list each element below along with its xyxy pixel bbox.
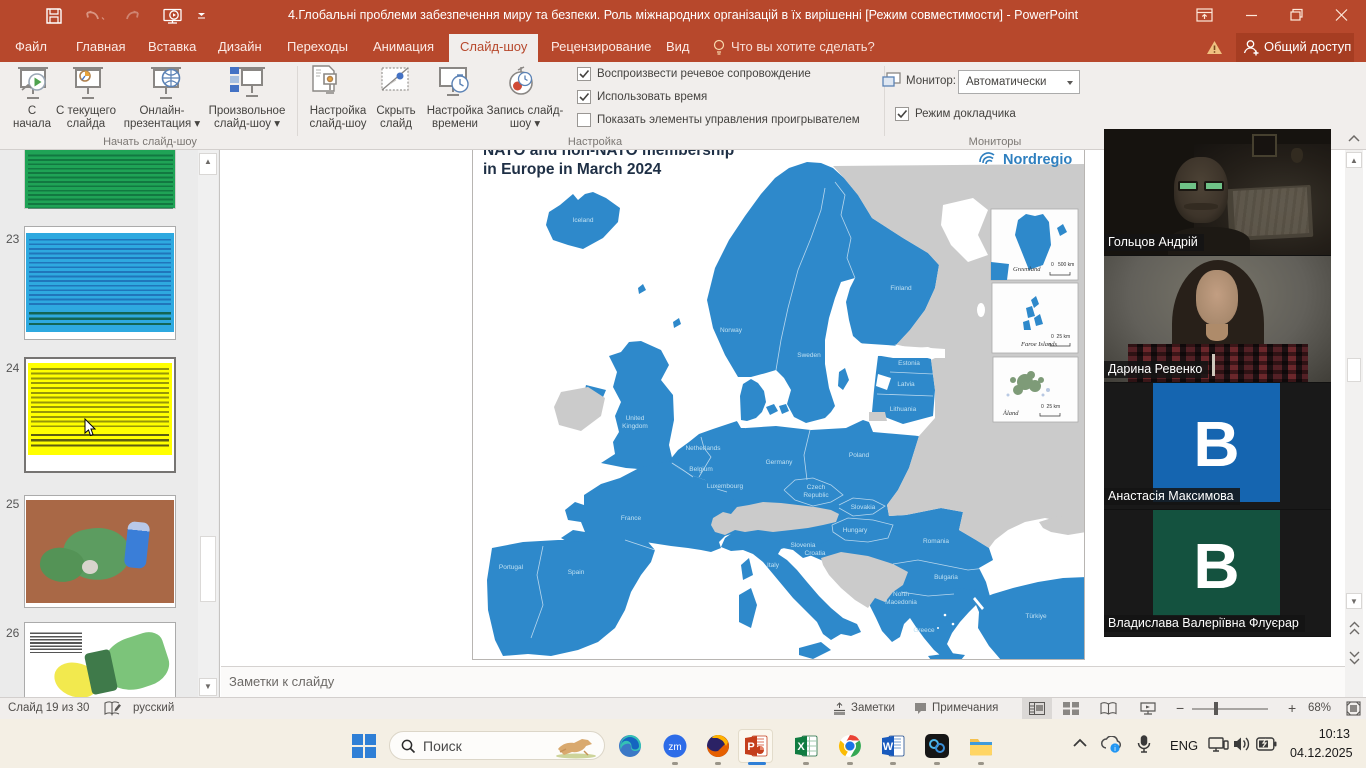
svg-text:Kingdom: Kingdom [622, 423, 648, 430]
svg-text:Spain: Spain [568, 569, 585, 576]
svg-text:Sweden: Sweden [797, 352, 821, 359]
svg-text:Republic: Republic [803, 492, 829, 499]
svg-text:Italy: Italy [767, 562, 780, 569]
svg-text:Nordregio: Nordregio [1003, 152, 1072, 168]
svg-text:Croatia: Croatia [805, 550, 826, 557]
svg-text:Finland: Finland [890, 285, 912, 292]
svg-text:Bulgaria: Bulgaria [934, 574, 958, 581]
svg-text:Åland: Åland [1002, 409, 1019, 417]
svg-text:Germany: Germany [766, 459, 793, 466]
svg-text:Norway: Norway [720, 327, 743, 334]
svg-text:Greece: Greece [913, 627, 935, 634]
svg-text:zm: zm [668, 742, 681, 753]
svg-text:Netherlands: Netherlands [685, 445, 721, 452]
svg-text:X: X [797, 741, 805, 753]
svg-text:0 25 km: 0 25 km [1041, 404, 1060, 410]
svg-text:Poland: Poland [849, 452, 870, 459]
svg-text:North: North [893, 591, 909, 598]
svg-text:Czech: Czech [807, 484, 826, 491]
svg-text:Iceland: Iceland [573, 217, 594, 224]
svg-text:Macedonia: Macedonia [885, 599, 917, 606]
svg-text:Hungary: Hungary [843, 527, 868, 534]
svg-text:Belgium: Belgium [689, 466, 712, 473]
svg-text:P: P [747, 741, 754, 753]
svg-text:0 25 km: 0 25 km [1051, 334, 1070, 340]
svg-text:Portugal: Portugal [499, 564, 524, 571]
svg-text:Romania: Romania [923, 538, 949, 545]
svg-text:Luxembourg: Luxembourg [707, 483, 744, 490]
svg-text:Türkiye: Türkiye [1025, 613, 1047, 620]
svg-text:Greenland: Greenland [1013, 266, 1041, 273]
svg-text:Slovakia: Slovakia [851, 504, 876, 511]
svg-text:W: W [883, 741, 894, 753]
svg-text:Faroe Islands: Faroe Islands [1020, 341, 1058, 348]
svg-text:Estonia: Estonia [898, 360, 920, 367]
svg-text:0 500 km: 0 500 km [1051, 262, 1074, 268]
svg-text:Slovenia: Slovenia [791, 542, 816, 549]
svg-text:Latvia: Latvia [897, 381, 915, 388]
svg-text:Lithuania: Lithuania [890, 406, 917, 413]
svg-text:United: United [626, 415, 645, 422]
svg-text:France: France [621, 515, 642, 522]
